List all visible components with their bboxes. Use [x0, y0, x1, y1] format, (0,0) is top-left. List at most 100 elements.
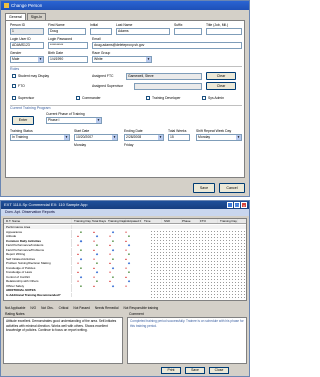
rating-mark-icon[interactable]: ◆ — [111, 266, 115, 270]
rating-mark-icon[interactable]: ● — [92, 257, 96, 261]
comment-textarea[interactable]: Completed training period successfully. … — [127, 317, 247, 364]
column-header[interactable]: Training Days — [74, 219, 92, 223]
table-row[interactable]: Performance Area — [4, 225, 246, 229]
rating-mark-icon[interactable]: ● — [92, 275, 96, 279]
column-header[interactable]: Time — [144, 219, 162, 223]
table-row[interactable]: Field Performance/Incidents ● ■ ▲ ◆ — [4, 243, 246, 247]
column-header[interactable]: Phase — [182, 219, 200, 223]
training-developer-checkbox[interactable] — [146, 96, 150, 100]
current-phase-select[interactable]: Phase I ▼ — [46, 117, 102, 124]
login-password-field[interactable]: ********** — [48, 42, 88, 49]
table-row[interactable]: Knowledge of Policies ■ ▲ ◆ ● — [4, 265, 246, 270]
assigned-ftc-field[interactable]: Gamewell, Steve — [126, 73, 202, 80]
initial-field[interactable] — [90, 28, 112, 35]
rating-mark-icon[interactable]: ■ — [95, 279, 99, 283]
rating-mark-icon[interactable]: ■ — [79, 284, 83, 288]
table-row[interactable]: Appearance ■ ▲ ◆ ● — [4, 229, 246, 234]
close-icon[interactable]: × — [241, 202, 247, 208]
rating-mark-icon[interactable]: ■ — [111, 239, 115, 243]
assigned-supervisor-field[interactable] — [134, 83, 202, 90]
table-row[interactable]: Knowledge of Laws ▲ ◆ ● ■ — [4, 270, 246, 274]
column-header[interactable]: FTO — [200, 219, 218, 223]
clear-supervisor-button[interactable]: Clear — [206, 82, 236, 90]
rating-mark-icon[interactable]: ■ — [127, 252, 131, 256]
rating-mark-icon[interactable]: ● — [92, 239, 96, 243]
rating-mark-icon[interactable]: ● — [124, 284, 128, 288]
title-job-field[interactable] — [206, 28, 242, 35]
rating-mark-icon[interactable]: ◆ — [95, 270, 99, 274]
save-report-button[interactable]: Save — [185, 367, 205, 374]
rating-mark-icon[interactable]: ▲ — [76, 252, 80, 256]
rating-mark-icon[interactable]: ■ — [79, 248, 83, 252]
rating-mark-icon[interactable]: ▲ — [124, 275, 128, 279]
birth-date-field[interactable]: 1/4/1990 — [48, 56, 88, 63]
chevron-down-icon[interactable]: ▼ — [158, 135, 163, 140]
last-name-field[interactable]: Adams — [116, 28, 170, 35]
rating-mark-icon[interactable]: ◆ — [127, 279, 131, 283]
rating-mark-icon[interactable]: ● — [76, 243, 80, 247]
rating-mark-icon[interactable]: ◆ — [79, 257, 83, 261]
rating-mark-icon[interactable]: ▲ — [92, 266, 96, 270]
table-row[interactable]: Problem Solving/Decision Making ● ■ ▲ ◆ — [4, 261, 246, 265]
email-field[interactable]: doug.adams@deleteproxy.sh.gov — [92, 42, 242, 49]
fto-checkbox[interactable] — [12, 84, 16, 88]
rating-mark-icon[interactable]: ▲ — [76, 270, 80, 274]
rating-mark-icon[interactable]: ▲ — [92, 284, 96, 288]
rating-mark-icon[interactable]: ■ — [127, 270, 131, 274]
rating-mark-icon[interactable]: ◆ — [111, 230, 115, 234]
rating-mark-icon[interactable]: ▲ — [92, 248, 96, 252]
commander-checkbox[interactable] — [76, 96, 80, 100]
rating-mark-icon[interactable]: ▲ — [108, 261, 112, 265]
rating-mark-icon[interactable]: ▲ — [124, 239, 128, 243]
column-header[interactable]: Training Days — [220, 219, 238, 223]
table-row[interactable]: ADDITIONAL NOTES — [4, 288, 246, 292]
enter-program-button[interactable]: Enter — [12, 116, 34, 125]
close-report-button[interactable]: Close — [209, 367, 229, 374]
gender-select[interactable]: Male ▼ — [10, 56, 44, 63]
rating-mark-icon[interactable]: ▲ — [108, 243, 112, 247]
rating-mark-icon[interactable]: ● — [108, 252, 112, 256]
maximize-icon[interactable]: □ — [234, 202, 240, 208]
rating-mark-icon[interactable]: ■ — [127, 234, 131, 238]
student-checkbox[interactable] — [12, 74, 16, 78]
rating-notes-textarea[interactable]: Attitude excellent. Demonstrates good un… — [3, 317, 123, 364]
rating-mark-icon[interactable]: ◆ — [127, 243, 131, 247]
rating-mark-icon[interactable]: ◆ — [95, 234, 99, 238]
column-header[interactable]: Anticipated Phase — [124, 219, 142, 223]
end-week-day-select[interactable]: Monday ▼ — [196, 134, 242, 141]
minimize-icon[interactable]: _ — [227, 202, 233, 208]
table-row[interactable]: Officer Safety ■ ▲ ◆ ● — [4, 283, 246, 288]
rating-mark-icon[interactable]: ● — [124, 230, 128, 234]
rating-mark-icon[interactable]: ■ — [95, 261, 99, 265]
table-row[interactable]: Relationship with Others ● ■ ▲ ◆ — [4, 279, 246, 283]
rating-mark-icon[interactable]: ■ — [111, 275, 115, 279]
print-button[interactable]: Print — [161, 367, 181, 374]
rating-mark-icon[interactable]: ● — [108, 270, 112, 274]
start-date-field[interactable]: 10/20/2007 ▼ — [74, 134, 118, 141]
chevron-down-icon[interactable]: ▼ — [112, 135, 117, 140]
sys-admin-checkbox[interactable] — [202, 96, 206, 100]
rating-mark-icon[interactable]: ◆ — [79, 239, 83, 243]
rating-mark-icon[interactable]: ▲ — [108, 279, 112, 283]
table-row[interactable]: Attitude ▲ ◆ ● ■ — [4, 234, 246, 238]
rating-mark-icon[interactable]: ● — [124, 248, 128, 252]
rating-mark-icon[interactable]: ◆ — [127, 261, 131, 265]
table-row[interactable]: Common Daily Activities ◆ ● ■ ▲ — [4, 238, 246, 243]
rating-mark-icon[interactable]: ● — [108, 234, 112, 238]
rating-mark-icon[interactable]: ▲ — [76, 234, 80, 238]
rating-mark-icon[interactable]: ◆ — [79, 275, 83, 279]
rating-mark-icon[interactable]: ■ — [111, 257, 115, 261]
chevron-down-icon[interactable]: ▼ — [96, 118, 101, 123]
observation-grid[interactable]: D.T. Name Training Days Total Days Training… — [3, 218, 247, 301]
chevron-down-icon[interactable]: ▼ — [236, 135, 241, 140]
column-header[interactable]: Shift — [164, 219, 182, 223]
total-weeks-stepper[interactable]: 15 — [168, 134, 190, 141]
table-row[interactable]: Control of Conflict ◆ ● ■ ▲ — [4, 274, 246, 279]
rating-mark-icon[interactable]: ● — [76, 279, 80, 283]
table-row[interactable]: Report Writing ▲ ◆ ● ■ — [4, 252, 246, 256]
tab-sign-in[interactable]: Sign-In — [26, 13, 47, 20]
chevron-down-icon[interactable]: ▼ — [38, 57, 43, 62]
supervisor-checkbox[interactable] — [12, 96, 16, 100]
login-user-id-field[interactable]: ADAMS123 — [10, 42, 44, 49]
rating-mark-icon[interactable]: ◆ — [111, 248, 115, 252]
